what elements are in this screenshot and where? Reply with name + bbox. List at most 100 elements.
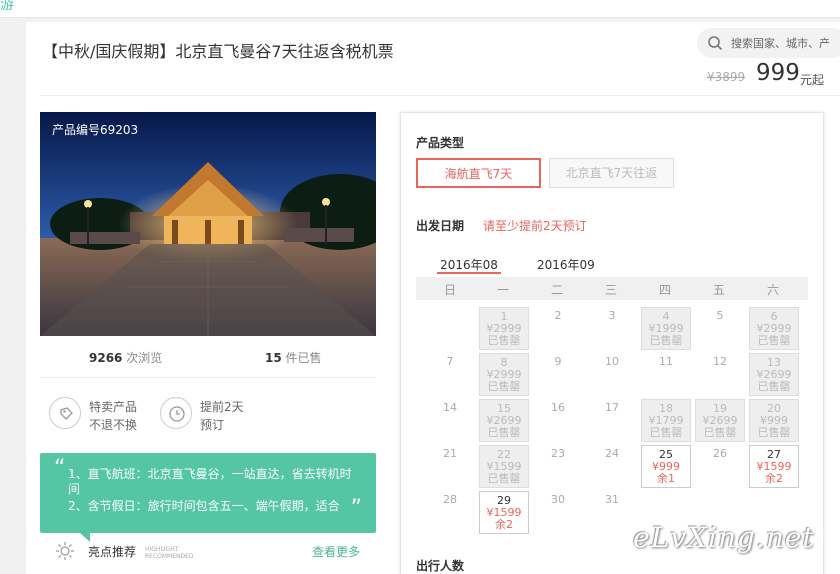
tag-icon (49, 397, 81, 429)
day-number: 18 (659, 402, 673, 415)
weekday-wed: 三 (604, 283, 617, 297)
day-status: 已售罄 (487, 334, 521, 347)
travelers-label: 出行人数 (416, 559, 465, 573)
departure-date-label: 出发日期 (416, 219, 465, 233)
day-status: 已售罄 (703, 426, 737, 439)
day-number: 27 (767, 448, 781, 461)
calendar-day: 14 (425, 399, 475, 442)
logo-fragment: 游 (0, 0, 14, 13)
calendar-day: 23 (533, 445, 583, 488)
calendar-day: 19 ¥2699 已售罄 (695, 399, 745, 442)
tab-month-september[interactable]: 2016年09 (537, 256, 595, 274)
highlight-pointer (80, 533, 90, 542)
highlight-line2: 2、含节假日：旅行时间包含五一、端午假期，适合 (68, 499, 340, 513)
view-count: 9266 次浏览 (89, 349, 162, 366)
calendar-day: 10 (587, 353, 637, 396)
calendar-day[interactable]: 27 ¥1599 余2 (749, 445, 799, 488)
weekday-tue: 二 (550, 283, 563, 297)
day-number: 14 (443, 401, 457, 414)
day-number: 5 (716, 309, 724, 322)
tab-month-august[interactable]: 2016年08 (437, 256, 501, 274)
day-status: 已售罄 (487, 380, 521, 393)
current-price: 999 (756, 60, 800, 86)
day-number: 29 (497, 494, 511, 507)
day-number: 6 (770, 310, 778, 323)
highlight-line1: 1、直飞航班：北京直飞曼谷，一站直达，省去转机时间 (68, 467, 352, 496)
advance-booking-note: 请至少提前2天预订 (483, 219, 587, 233)
product-type-label: 产品类型 (416, 136, 465, 150)
view-more-link[interactable]: 查看更多 (312, 543, 360, 560)
page-title: 【中秋/国庆假期】北京直飞曼谷7天往返含税机票 (42, 42, 394, 61)
day-status: 已售罄 (487, 426, 521, 439)
day-number: 28 (443, 493, 457, 506)
calendar-day: 16 (533, 399, 583, 442)
sold-count-number: 15 (265, 351, 282, 365)
day-number: 21 (443, 447, 457, 460)
top-nav-bar: 游 (0, 0, 840, 18)
calendar-day: 30 (533, 491, 583, 534)
calendar-day[interactable]: 25 ¥999 余1 (641, 445, 691, 488)
option-beijing-roundtrip[interactable]: 北京直飞7天往返 (549, 158, 674, 188)
day-status: 已售罄 (649, 426, 683, 439)
calendar-day: 28 (425, 491, 475, 534)
day-number: 2 (554, 309, 562, 322)
day-number: 1 (500, 310, 508, 323)
calendar-day: 17 (587, 399, 637, 442)
calendar-day: 11 (641, 353, 691, 396)
highlight-title-en: HIGHLIGHT RECOMMENDED (145, 546, 194, 560)
day-number: 4 (662, 310, 670, 323)
calendar-day: 2 (533, 307, 583, 350)
day-number: 20 (767, 402, 781, 415)
weekday-header: 日 一 二 三 四 五 六 (416, 277, 808, 300)
close-quote-icon: ” (350, 496, 362, 521)
day-number: 24 (605, 447, 619, 460)
highlight-box: “ 1、直飞航班：北京直飞曼谷，一站直达，省去转机时间 2、含节假日：旅行时间包… (40, 453, 376, 533)
day-status: 已售罄 (487, 472, 521, 485)
day-status: 已售罄 (757, 380, 791, 393)
day-number: 17 (605, 401, 619, 414)
feature-line2: 预订 (200, 418, 225, 432)
day-number: 11 (659, 355, 673, 368)
calendar-day: 4 ¥1999 已售罄 (641, 307, 691, 350)
day-number: 25 (659, 448, 673, 461)
day-number: 30 (551, 493, 565, 506)
day-number: 26 (713, 447, 727, 460)
calendar-day: 13 ¥2699 已售罄 (749, 353, 799, 396)
day-number: 23 (551, 447, 565, 460)
calendar-day: 20 ¥999 已售罄 (749, 399, 799, 442)
product-code: 产品编号69203 (52, 123, 139, 137)
weekday-thu: 四 (658, 283, 671, 297)
day-number: 22 (497, 448, 511, 461)
calendar-day: 1 ¥2999 已售罄 (479, 307, 529, 350)
divider (40, 377, 376, 378)
calendar-day[interactable]: 29 ¥1599 余2 (479, 491, 529, 534)
calendar-day: 31 (587, 491, 637, 534)
sold-count-label: 件已售 (285, 351, 322, 365)
calendar-day: 6 ¥2999 已售罄 (749, 307, 799, 350)
calendar-day: 24 (587, 445, 637, 488)
calendar-day: 21 (425, 445, 475, 488)
calendar-day: 3 (587, 307, 637, 350)
calendar-day: 7 (425, 353, 475, 396)
calendar-day: 5 (695, 307, 745, 350)
day-number: 9 (554, 355, 562, 368)
weekday-sat: 六 (766, 283, 779, 297)
search-box[interactable]: 搜索国家、城市、产 (697, 28, 840, 58)
day-status: 已售罄 (757, 426, 791, 439)
day-number: 8 (500, 356, 508, 369)
day-number: 16 (551, 401, 565, 414)
day-number: 15 (497, 402, 511, 415)
calendar-day: 26 (695, 445, 745, 488)
calendar-day: 12 (695, 353, 745, 396)
calendar-day: 18 ¥1799 已售罄 (641, 399, 691, 442)
day-number: 7 (446, 355, 454, 368)
divider (40, 95, 840, 96)
sold-count: 15 件已售 (265, 349, 322, 366)
watermark: eLvXing.net (633, 521, 815, 554)
weekday-sun: 日 (443, 283, 456, 297)
weekday-fri: 五 (712, 283, 725, 297)
view-count-number: 9266 (89, 351, 123, 365)
calendar-day: 9 (533, 353, 583, 396)
option-hainan-direct[interactable]: 海航直飞7天 (416, 158, 541, 188)
calendar-day: 22 ¥1599 已售罄 (479, 445, 529, 488)
